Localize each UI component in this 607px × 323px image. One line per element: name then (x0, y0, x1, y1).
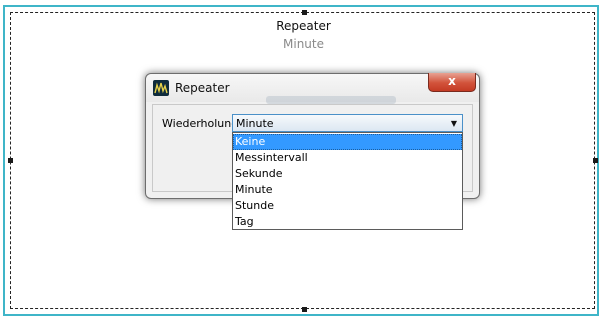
repeat-select[interactable]: Minute ▼ (232, 114, 463, 132)
option-minute[interactable]: Minute (233, 182, 462, 198)
option-sekunde[interactable]: Sekunde (233, 166, 462, 182)
close-button[interactable]: x (428, 73, 476, 92)
dialog-title: Repeater (175, 81, 230, 95)
title-ghost-decoration (266, 96, 396, 104)
resize-handle-bottom[interactable] (302, 307, 307, 312)
chevron-down-icon: ▼ (450, 119, 457, 128)
component-value: Minute (283, 37, 324, 51)
repeat-select-value: Minute (236, 117, 274, 130)
option-messintervall[interactable]: Messintervall (233, 150, 462, 166)
resize-handle-left[interactable] (8, 158, 13, 163)
app-icon (153, 80, 169, 96)
dialog-titlebar[interactable]: Repeater x (146, 73, 479, 104)
repeat-dropdown-list: Keine Messintervall Sekunde Minute Stund… (232, 132, 463, 230)
option-stunde[interactable]: Stunde (233, 198, 462, 214)
option-keine[interactable]: Keine (233, 134, 462, 150)
resize-handle-top[interactable] (302, 10, 307, 15)
option-tag[interactable]: Tag (233, 214, 462, 230)
wiederholung-label: Wiederholung (162, 117, 239, 130)
component-title: Repeater (276, 19, 331, 33)
resize-handle-right[interactable] (593, 158, 598, 163)
